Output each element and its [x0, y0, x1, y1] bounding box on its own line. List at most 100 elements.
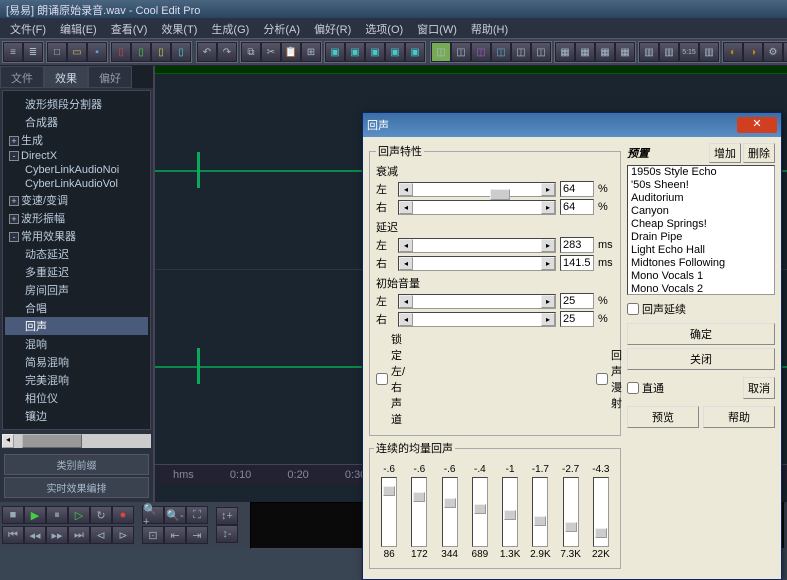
- menu-item[interactable]: 窗口(W): [411, 20, 463, 36]
- toolbar-btn[interactable]: ▣: [365, 42, 385, 62]
- stop-button[interactable]: ■: [2, 506, 24, 524]
- vol-left-slider[interactable]: ◂▸: [398, 294, 556, 309]
- toolbar-btn[interactable]: ▣: [405, 42, 425, 62]
- decay-left-slider[interactable]: ◂▸: [398, 182, 556, 197]
- dialog-titlebar[interactable]: 回声 ✕: [363, 113, 781, 137]
- eq-band[interactable]: -.6172: [407, 464, 431, 560]
- tree-node[interactable]: 合成器: [5, 113, 148, 131]
- delay-right-slider[interactable]: ◂▸: [398, 256, 556, 271]
- preset-item[interactable]: Mono Vocals 1: [628, 270, 774, 283]
- toolbar-btn[interactable]: ▦: [615, 42, 635, 62]
- menu-item[interactable]: 查看(V): [105, 20, 154, 36]
- pause-button[interactable]: ⏸: [46, 506, 68, 524]
- panel-tab[interactable]: 效果: [44, 66, 88, 88]
- zoom-right-icon[interactable]: ⇥: [186, 526, 208, 544]
- toolbar-btn[interactable]: ▯: [131, 42, 151, 62]
- new-icon[interactable]: □: [47, 42, 67, 62]
- eq-band[interactable]: -.4689: [468, 464, 492, 560]
- vol-right-slider[interactable]: ◂▸: [398, 312, 556, 327]
- preset-item[interactable]: Drain Pipe: [628, 231, 774, 244]
- toolbar-btn[interactable]: ▣: [325, 42, 345, 62]
- decay-right-slider[interactable]: ◂▸: [398, 200, 556, 215]
- tree-node[interactable]: CyberLinkAudioNoi: [5, 163, 148, 177]
- delay-right-value[interactable]: 141.5: [560, 255, 594, 271]
- zoom-fit-icon[interactable]: ⛶: [186, 506, 208, 524]
- tree-node[interactable]: 混响: [5, 335, 148, 353]
- category-prefix-button[interactable]: 类别前缀: [4, 454, 149, 475]
- menu-item[interactable]: 生成(G): [205, 20, 255, 36]
- eq-band[interactable]: -.686: [377, 464, 401, 560]
- tree-node[interactable]: 延迟: [5, 425, 148, 430]
- panel-tab[interactable]: 偏好: [88, 66, 132, 88]
- menu-item[interactable]: 文件(F): [4, 20, 52, 36]
- toolbar-btn[interactable]: ◫: [531, 42, 551, 62]
- decay-left-value[interactable]: 64: [560, 181, 594, 197]
- toolbar-btn[interactable]: ◫: [491, 42, 511, 62]
- preset-item[interactable]: Midtones Following: [628, 257, 774, 270]
- zoom-out-icon[interactable]: 🔍-: [164, 506, 186, 524]
- toolbar-btn[interactable]: ◫: [451, 42, 471, 62]
- close-button[interactable]: 关闭: [627, 348, 775, 370]
- panel-tab[interactable]: 文件: [0, 66, 44, 88]
- eq-band[interactable]: -.6344: [438, 464, 462, 560]
- forward-button[interactable]: ▸▸: [46, 526, 68, 544]
- tree-node[interactable]: 波形频段分割器: [5, 95, 148, 113]
- tree-node[interactable]: 相位仪: [5, 389, 148, 407]
- vol-left-value[interactable]: 25: [560, 293, 594, 309]
- toolbar-btn[interactable]: ▯: [171, 42, 191, 62]
- menu-item[interactable]: 帮助(H): [465, 20, 514, 36]
- goto-start-button[interactable]: ⏮: [2, 526, 24, 544]
- decay-right-value[interactable]: 64: [560, 199, 594, 215]
- preset-item[interactable]: 1950s Style Echo: [628, 166, 774, 179]
- effects-tree[interactable]: 波形频段分割器合成器+生成-DirectXCyberLinkAudioNoiCy…: [2, 90, 151, 430]
- menu-item[interactable]: 效果(T): [155, 20, 203, 36]
- prev-button[interactable]: ⊲: [90, 526, 112, 544]
- toolbar-btn[interactable]: ⊞: [301, 42, 321, 62]
- preset-list[interactable]: 1950s Style Echo'50s Sheen!AuditoriumCan…: [627, 165, 775, 295]
- help-button[interactable]: 帮助: [703, 406, 775, 428]
- tree-node[interactable]: 房间回声: [5, 281, 148, 299]
- tree-hscroll[interactable]: ◂: [2, 434, 151, 448]
- tree-node[interactable]: -DirectX: [5, 149, 148, 163]
- toolbar-btn[interactable]: ◫: [511, 42, 531, 62]
- tree-node[interactable]: +波形振幅: [5, 209, 148, 227]
- toolbar-btn[interactable]: ◫: [431, 42, 451, 62]
- lock-lr-checkbox[interactable]: 锁定左/右声道: [376, 331, 394, 427]
- tree-node[interactable]: 简易混响: [5, 353, 148, 371]
- toolbar-btn[interactable]: ▯: [111, 42, 131, 62]
- tree-node[interactable]: 回声: [5, 317, 148, 335]
- preset-item[interactable]: Mono Vocals 2: [628, 283, 774, 295]
- menu-item[interactable]: 分析(A): [257, 20, 306, 36]
- vzoom-out-icon[interactable]: ↕-: [216, 525, 238, 543]
- toolbar-btn[interactable]: ▣: [345, 42, 365, 62]
- record-button[interactable]: ●: [112, 506, 134, 524]
- preset-item[interactable]: Canyon: [628, 205, 774, 218]
- toolbar-btn[interactable]: ▦: [575, 42, 595, 62]
- preset-item[interactable]: Auditorium: [628, 192, 774, 205]
- toolbar-btn[interactable]: 5:15: [679, 42, 699, 62]
- echo-diffuse-checkbox[interactable]: 回声漫射: [596, 347, 614, 411]
- goto-end-button[interactable]: ⏭: [68, 526, 90, 544]
- help-icon[interactable]: ?: [783, 42, 787, 62]
- delay-left-value[interactable]: 283: [560, 237, 594, 253]
- preset-add-button[interactable]: 增加: [709, 143, 741, 163]
- zoom-sel-icon[interactable]: ⊡: [142, 526, 164, 544]
- cancel-button[interactable]: 取消: [743, 377, 775, 399]
- tree-node[interactable]: 完美混响: [5, 371, 148, 389]
- close-icon[interactable]: ✕: [737, 117, 777, 133]
- toolbar-btn[interactable]: ◐: [723, 42, 743, 62]
- vol-right-value[interactable]: 25: [560, 311, 594, 327]
- preset-item[interactable]: Light Echo Hall: [628, 244, 774, 257]
- tree-node[interactable]: CyberLinkAudioVol: [5, 177, 148, 191]
- toolbar-btn[interactable]: ▯: [151, 42, 171, 62]
- preset-item[interactable]: Cheap Springs!: [628, 218, 774, 231]
- vzoom-in-icon[interactable]: ↕+: [216, 507, 238, 525]
- tree-node[interactable]: 合唱: [5, 299, 148, 317]
- toolbar-btn[interactable]: ▦: [555, 42, 575, 62]
- settings-icon[interactable]: ⚙: [763, 42, 783, 62]
- tree-node[interactable]: 动态延迟: [5, 245, 148, 263]
- menu-item[interactable]: 编辑(E): [54, 20, 103, 36]
- ok-button[interactable]: 确定: [627, 323, 775, 345]
- next-button[interactable]: ⊳: [112, 526, 134, 544]
- paste-icon[interactable]: 📋: [281, 42, 301, 62]
